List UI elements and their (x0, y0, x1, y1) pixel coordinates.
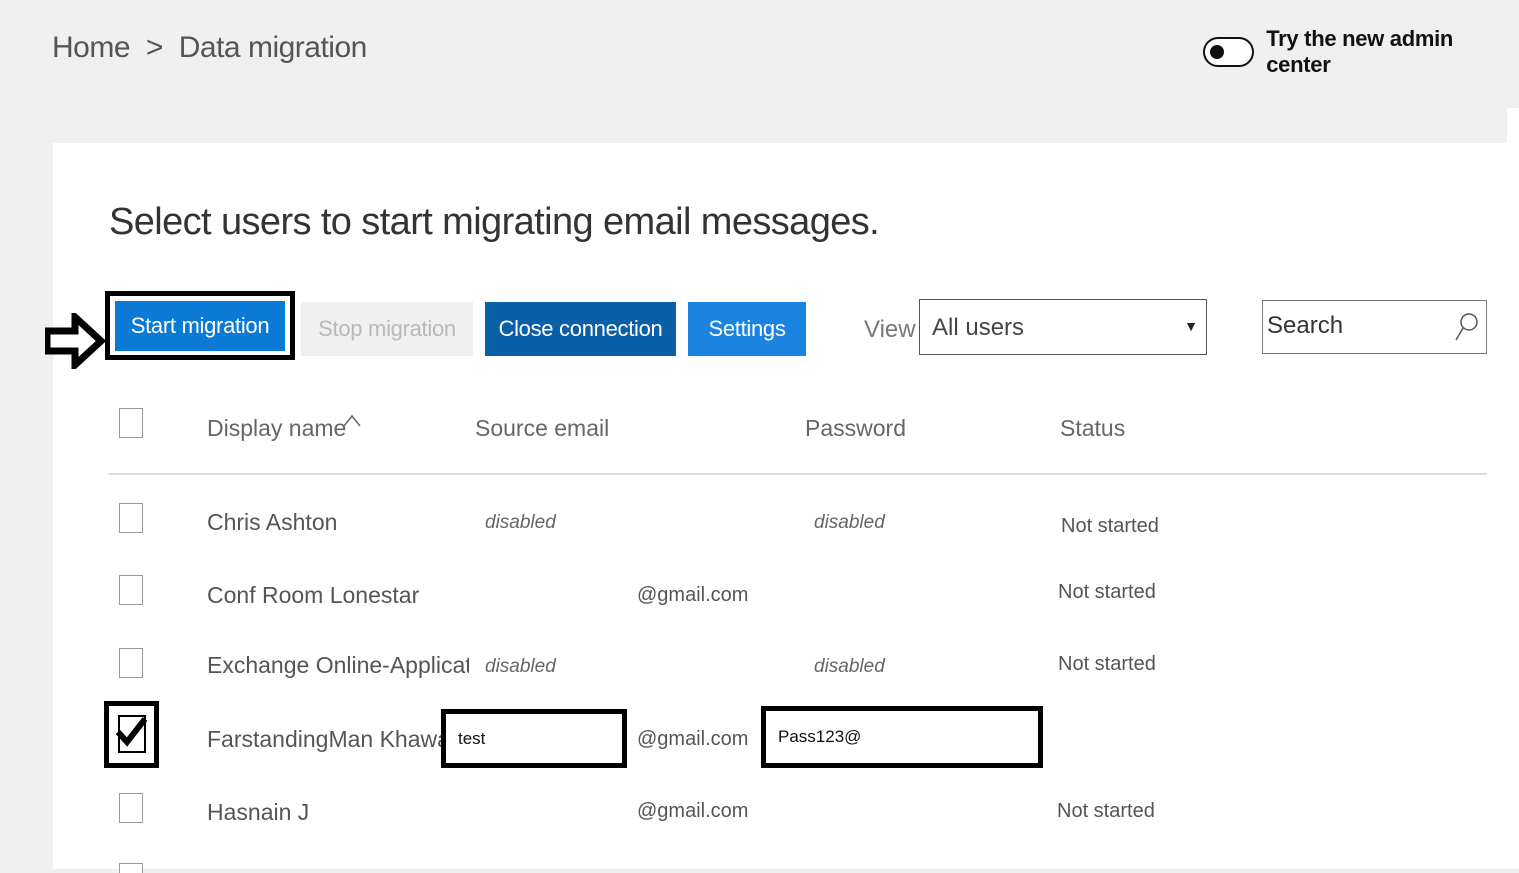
row-status: Not started (1058, 581, 1156, 603)
search-icon[interactable] (1454, 311, 1480, 343)
checkmark-icon (115, 717, 148, 747)
row-source-domain: @gmail.com (637, 800, 749, 822)
close-connection-button[interactable]: Close connection (485, 302, 676, 356)
start-migration-button[interactable]: Start migration (115, 301, 285, 351)
stop-migration-button[interactable]: Stop migration (301, 302, 473, 356)
row-source-email: disabled (485, 512, 556, 533)
page-edge (1507, 108, 1519, 869)
migration-panel: Select users to start migrating email me… (45, 143, 1507, 873)
view-dropdown[interactable]: All users ▼ (919, 299, 1207, 355)
settings-button[interactable]: Settings (688, 302, 806, 356)
row-display-name: Exchange Online-ApplicationAccc (207, 652, 469, 678)
header-divider (109, 473, 1487, 475)
row-source-domain: @gmail.com (637, 728, 749, 750)
breadcrumb-separator: > (145, 31, 164, 65)
row-password: disabled (814, 512, 885, 533)
source-email-input[interactable] (446, 714, 622, 763)
column-header-password: Password (805, 415, 906, 441)
source-email-field (441, 709, 627, 768)
password-field (761, 706, 1043, 768)
row-checkbox-checked[interactable] (104, 701, 159, 768)
breadcrumb: Home > Data migration (52, 30, 367, 65)
toggle-label: Try the new admin center (1266, 26, 1454, 77)
new-admin-center-toggle-group: Try the new admin center (1203, 26, 1519, 78)
select-all-checkbox[interactable] (119, 408, 143, 438)
view-dropdown-value: All users (932, 314, 1025, 341)
new-admin-center-toggle[interactable] (1203, 37, 1255, 67)
column-header-source-email: Source email (475, 415, 610, 441)
row-checkbox[interactable] (119, 648, 143, 678)
column-header-status: Status (1060, 415, 1126, 441)
row-source-email: disabled (485, 656, 556, 677)
row-status: Not started (1057, 800, 1155, 822)
search-box (1262, 300, 1487, 354)
row-display-name: Chris Ashton (207, 509, 338, 535)
column-header-display-name[interactable]: Display name (207, 415, 346, 442)
arrow-right-icon (45, 313, 107, 369)
row-display-name: FarstandingMan Khawaja (207, 726, 468, 752)
row-status: Not started (1061, 515, 1159, 537)
row-display-name: Hasnain J (207, 799, 310, 825)
toggle-knob (1210, 45, 1224, 59)
row-source-domain: @gmail.com (637, 584, 749, 606)
row-checkbox[interactable] (119, 863, 143, 873)
breadcrumb-home[interactable]: Home (52, 31, 131, 64)
password-input[interactable] (766, 711, 1038, 763)
search-input[interactable] (1263, 301, 1451, 351)
page-heading: Select users to start migrating email me… (109, 201, 880, 243)
view-label: View (864, 316, 916, 343)
row-status: Not started (1058, 653, 1156, 675)
row-checkbox[interactable] (119, 793, 143, 823)
chevron-down-icon: ▼ (1184, 318, 1198, 334)
sort-ascending-icon[interactable] (343, 413, 361, 427)
breadcrumb-current: Data migration (178, 31, 368, 65)
row-checkbox[interactable] (119, 503, 143, 533)
row-display-name: Conf Room Lonestar (207, 582, 420, 608)
row-password: disabled (814, 656, 885, 677)
row-checkbox[interactable] (119, 575, 143, 605)
row-display-name-clip: Exchange Online-ApplicationAccc (207, 652, 469, 684)
